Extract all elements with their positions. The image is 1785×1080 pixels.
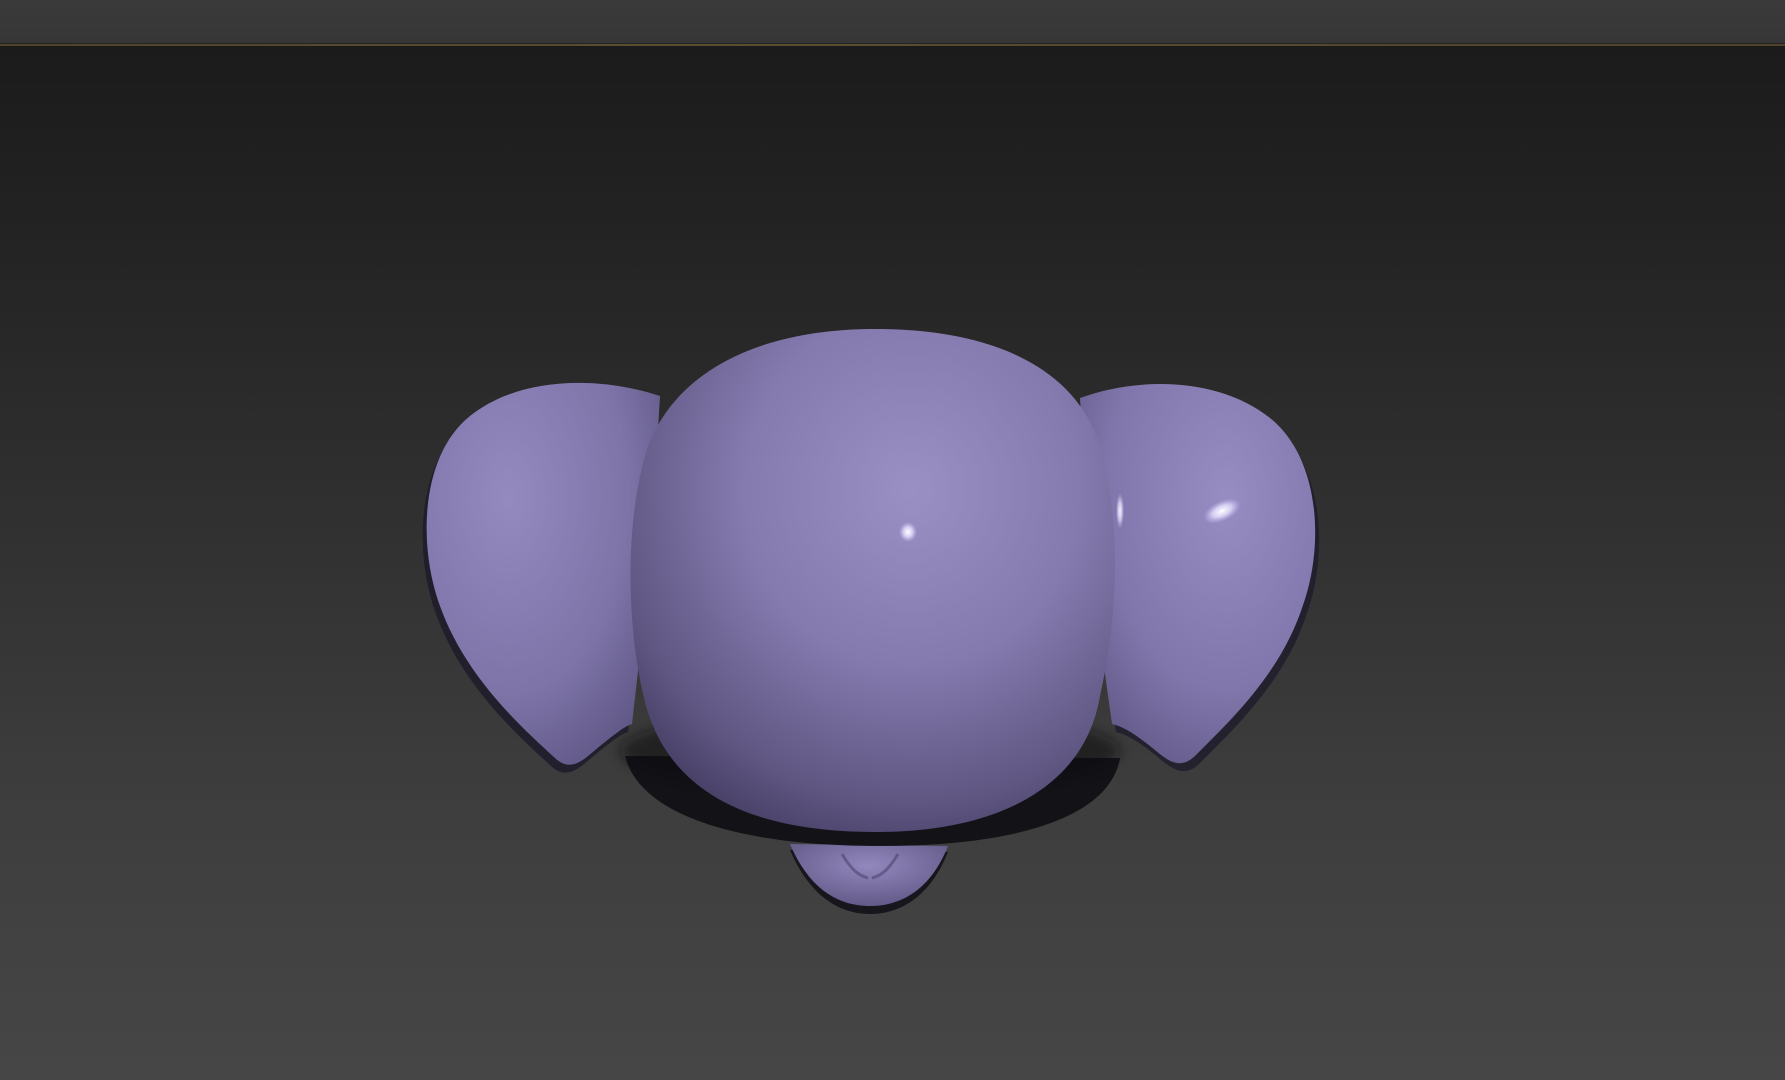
3d-modeling-app	[0, 0, 1785, 1080]
trunk[interactable]	[790, 844, 948, 914]
head-specular-highlight	[899, 522, 917, 542]
ear-rim-highlight	[1116, 493, 1124, 529]
right-ear[interactable]	[1080, 384, 1320, 772]
top-toolbar	[0, 0, 1785, 44]
head[interactable]	[630, 329, 1115, 833]
3d-viewport[interactable]	[0, 46, 1785, 1080]
left-ear[interactable]	[422, 382, 660, 773]
elephant-head-model[interactable]	[0, 46, 1785, 1080]
